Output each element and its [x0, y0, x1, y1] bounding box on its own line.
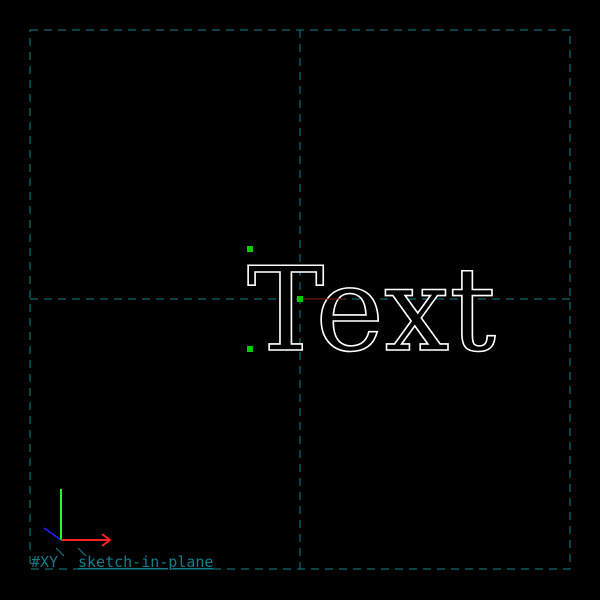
text-corner-handle-top[interactable]: [247, 246, 253, 252]
sketch-canvas[interactable]: Text #XY sketch-in-plane: [0, 0, 600, 600]
workplane-plane-label: #XY: [31, 553, 58, 571]
text-corner-handle-bottom[interactable]: [247, 346, 253, 352]
text-origin-handle[interactable]: [297, 296, 303, 302]
xyz-axis-gizmo-icon: [43, 489, 112, 557]
axis-z-line: [43, 527, 62, 541]
sketch-viewport[interactable]: Text #XY sketch-in-plane: [0, 0, 600, 600]
text-entity[interactable]: Text: [246, 242, 497, 379]
workplane-group-label: sketch-in-plane: [78, 553, 213, 571]
